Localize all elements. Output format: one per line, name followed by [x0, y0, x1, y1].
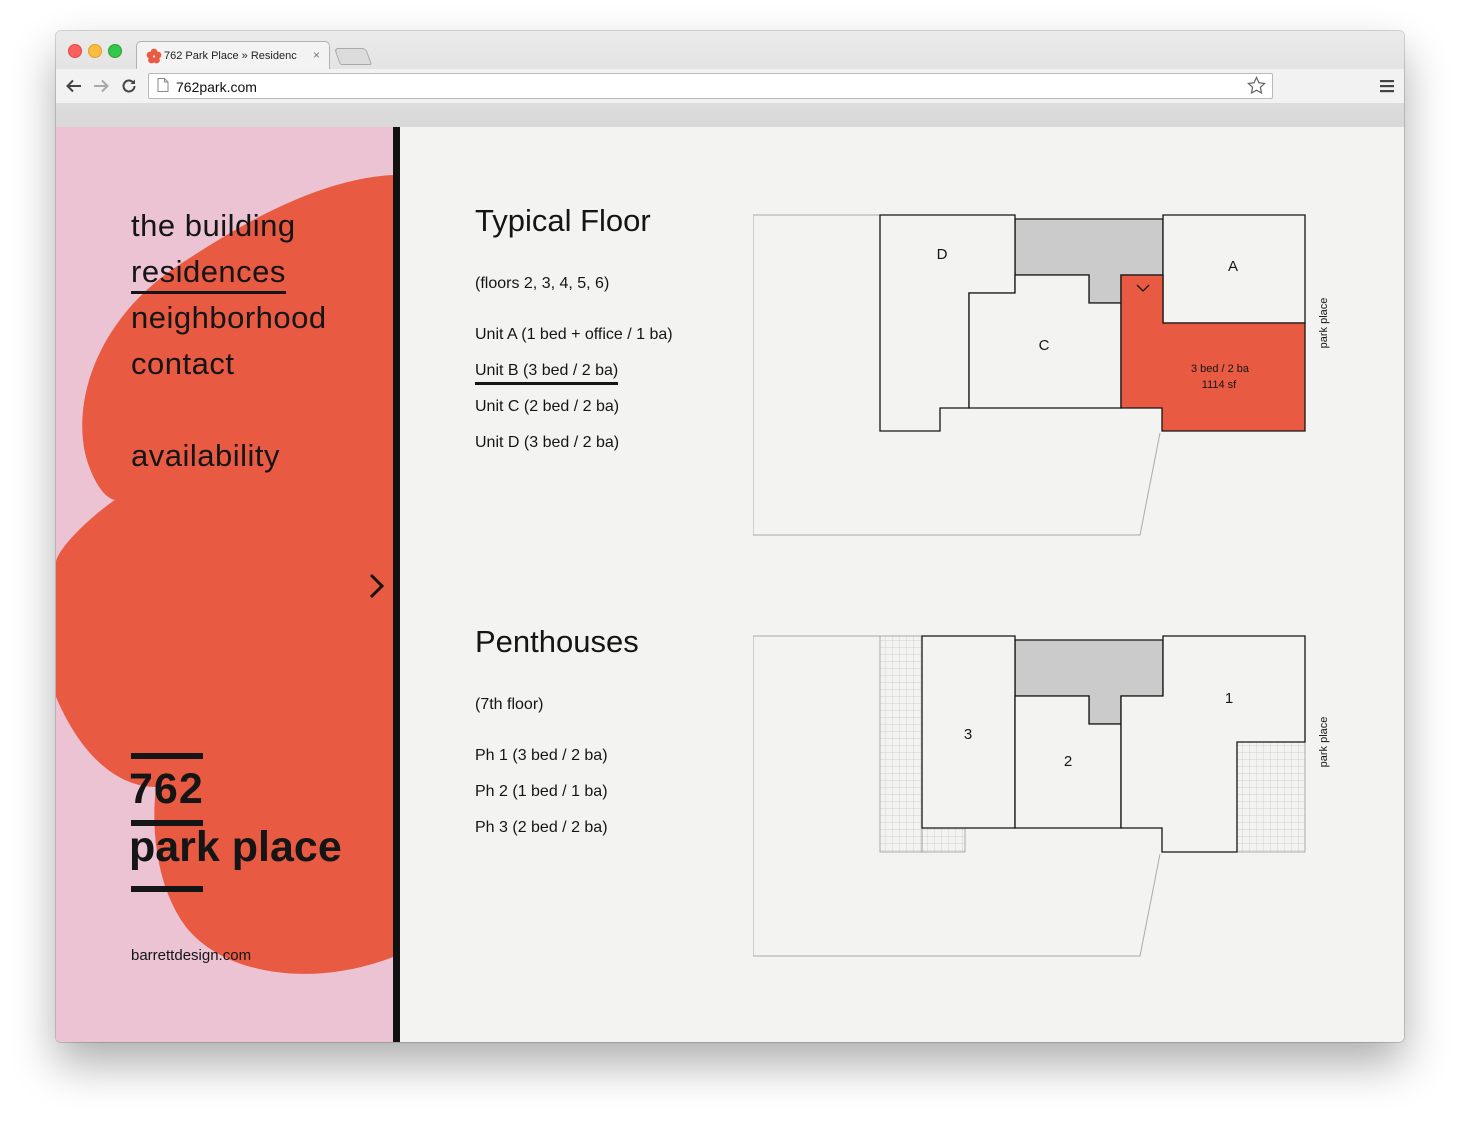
unit-a-link[interactable]: Unit A (1 bed + office / 1 ba)	[475, 317, 673, 353]
plan-label-ph3: 3	[964, 726, 972, 743]
nav-contact[interactable]: contact	[131, 341, 327, 387]
reload-icon[interactable]	[120, 77, 138, 95]
plan-detail-area: 1114 sf	[1202, 379, 1237, 391]
logo-number: 762	[129, 765, 204, 813]
minimize-window-button[interactable]	[88, 44, 102, 58]
new-tab-button[interactable]	[333, 48, 373, 65]
nav-residences[interactable]: residences	[131, 249, 327, 295]
ph3-link[interactable]: Ph 3 (2 bed / 2 ba)	[475, 810, 608, 846]
penthouses-subtitle: (7th floor)	[475, 696, 544, 713]
nav-the-building[interactable]: the building	[131, 203, 327, 249]
nav-availability[interactable]: availability	[131, 433, 327, 479]
page-icon	[157, 78, 169, 92]
nav-the-building-label: the building	[131, 208, 296, 243]
sidebar: the building residences neighborhood con…	[56, 127, 393, 1042]
nav-residences-label: residences	[131, 254, 286, 294]
plan-label-ph2: 2	[1064, 753, 1072, 770]
terrace-south	[921, 827, 966, 853]
penthouses-title: Penthouses	[475, 624, 639, 659]
typical-floor-plan: D C A 3 bed / 2 ba 1114 sf park place	[753, 214, 1330, 536]
ph2-link[interactable]: Ph 2 (1 bed / 1 ba)	[475, 774, 608, 810]
sidebar-divider	[393, 127, 400, 1042]
credit-link[interactable]: barrettdesign.com	[131, 947, 251, 964]
browser-toolbar: 762park.com	[56, 69, 1404, 103]
browser-tab[interactable]: 762 Park Place » Residenc ×	[136, 41, 330, 70]
unit-c-label: Unit C (2 bed / 2 ba)	[475, 398, 620, 415]
terrace-west	[879, 635, 923, 853]
browser-chrome: 762 Park Place » Residenc × 762park.com	[56, 31, 1404, 128]
terrace-east	[1236, 741, 1306, 853]
zoom-window-button[interactable]	[108, 44, 122, 58]
plan-label-d: D	[937, 246, 948, 263]
unit-a-label: Unit A (1 bed + office / 1 ba)	[475, 326, 673, 343]
nav-neighborhood-label: neighborhood	[131, 300, 327, 335]
url-text: 762park.com	[176, 79, 257, 95]
unit-b-label: Unit B (3 bed / 2 ba)	[475, 362, 619, 385]
ph1-label: Ph 1 (3 bed / 2 ba)	[475, 747, 608, 764]
forward-arrow-icon[interactable]	[92, 77, 110, 95]
unit-d-label: Unit D (3 bed / 2 ba)	[475, 434, 620, 451]
plan-label-a: A	[1228, 258, 1238, 275]
nav-neighborhood[interactable]: neighborhood	[131, 295, 327, 341]
browser-window: 762 Park Place » Residenc × 762park.com	[56, 31, 1404, 1042]
unit-b-link[interactable]: Unit B (3 bed / 2 ba)	[475, 353, 673, 389]
nav-availability-label: availability	[131, 438, 281, 473]
unit-d-link[interactable]: Unit D (3 bed / 2 ba)	[475, 425, 673, 461]
tab-close-icon[interactable]: ×	[313, 48, 320, 62]
plan-detail-rooms: 3 bed / 2 ba	[1191, 363, 1250, 375]
plan-label-ph1: 1	[1225, 690, 1233, 707]
typical-floor-title: Typical Floor	[475, 203, 651, 238]
ph1-link[interactable]: Ph 1 (3 bed / 2 ba)	[475, 738, 608, 774]
page-content: the building residences neighborhood con…	[56, 127, 1404, 1042]
logo-rule-top	[131, 753, 203, 759]
bookmark-star-icon[interactable]	[1247, 76, 1266, 95]
penthouse-unit-list: Ph 1 (3 bed / 2 ba) Ph 2 (1 bed / 1 ba) …	[475, 738, 608, 846]
plan-street-label: park place	[1318, 298, 1330, 349]
close-window-button[interactable]	[68, 44, 82, 58]
logo-rule-bottom	[131, 886, 203, 892]
main-nav: the building residences neighborhood con…	[131, 203, 327, 479]
ph3-label: Ph 3 (2 bed / 2 ba)	[475, 819, 608, 836]
back-arrow-icon[interactable]	[65, 77, 83, 95]
plan-street-label: park place	[1318, 717, 1330, 768]
flower-favicon-icon	[146, 48, 162, 64]
penthouse-floor-plan: 3 2 1 park place	[753, 635, 1330, 957]
logo-name: park place	[129, 823, 342, 871]
unit-c-link[interactable]: Unit C (2 bed / 2 ba)	[475, 389, 673, 425]
ph2-label: Ph 2 (1 bed / 1 ba)	[475, 783, 608, 800]
chevron-right-icon[interactable]	[367, 573, 387, 599]
plan-label-c: C	[1039, 337, 1050, 354]
nav-contact-label: contact	[131, 346, 235, 381]
typical-floor-subtitle: (floors 2, 3, 4, 5, 6)	[475, 275, 610, 292]
hamburger-menu-icon[interactable]	[1380, 79, 1394, 93]
typical-unit-list: Unit A (1 bed + office / 1 ba) Unit B (3…	[475, 317, 673, 461]
tab-title: 762 Park Place » Residenc	[164, 50, 297, 62]
address-bar[interactable]: 762park.com	[148, 73, 1273, 99]
